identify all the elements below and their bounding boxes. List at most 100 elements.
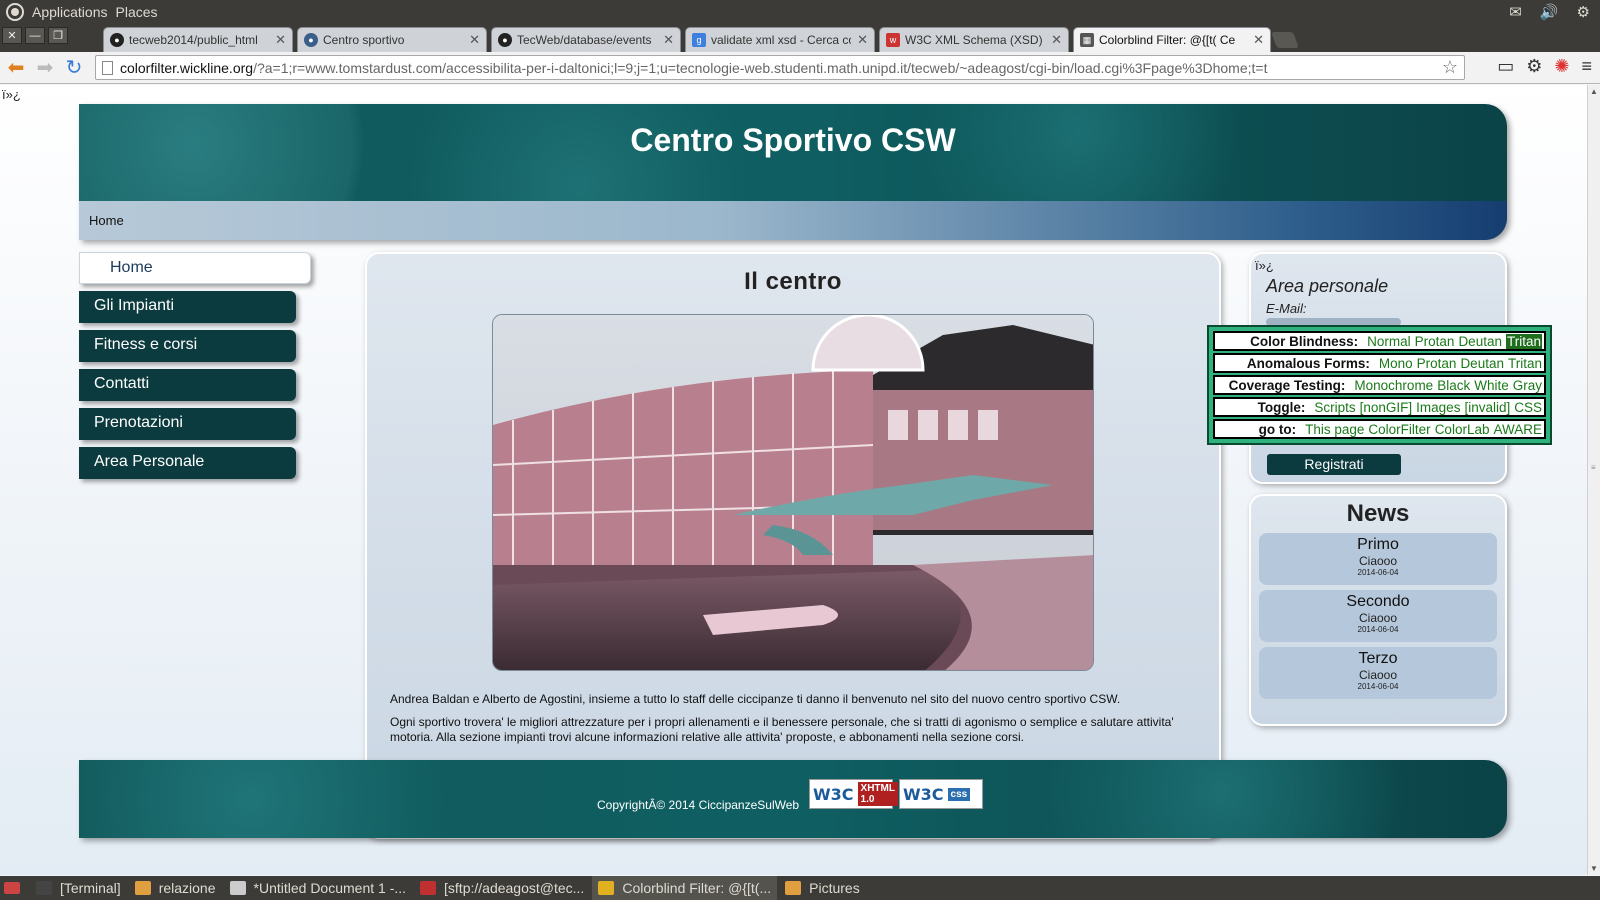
news-item[interactable]: Secondo Ciaooo 2014-06-04	[1259, 590, 1497, 642]
tab-close-icon[interactable]: ✕	[663, 32, 674, 48]
scroll-down-icon[interactable]: ▼	[1590, 864, 1598, 873]
colorfilter-link[interactable]: Protan	[1415, 334, 1455, 349]
forward-arrow-icon[interactable]: ➡	[32, 56, 58, 80]
scroll-up-icon[interactable]: ▲	[1590, 87, 1598, 96]
colorfilter-link[interactable]: Tritan	[1505, 333, 1542, 349]
reload-icon[interactable]: ↻	[61, 56, 87, 80]
page-icon: ●	[304, 33, 318, 47]
intro-paragraph: Ogni sportivo trovera' le migliori attre…	[390, 715, 1174, 744]
restore-window-icon[interactable]: ❐	[48, 27, 68, 44]
cast-screen-icon[interactable]: ▭	[1497, 56, 1514, 77]
colorfilter-link[interactable]: Mono	[1379, 356, 1413, 371]
news-panel: News Primo Ciaooo 2014-06-04 Secondo Cia…	[1249, 494, 1507, 726]
new-tab-button[interactable]	[1271, 32, 1299, 48]
ubuntu-logo-icon[interactable]	[6, 3, 24, 21]
taskbar-item-label: [sftp://adeagost@tec...	[444, 880, 585, 896]
colorfilter-link[interactable]: AWARE	[1493, 422, 1542, 437]
nav-item-area-personale[interactable]: Area Personale	[79, 447, 296, 479]
page-icon	[102, 61, 113, 75]
minimize-window-icon[interactable]: —	[25, 27, 45, 44]
nav-item-contatti[interactable]: Contatti	[79, 369, 296, 401]
back-arrow-icon[interactable]: ⬅	[3, 56, 29, 80]
news-item-title: Terzo	[1358, 650, 1398, 667]
taskbar-item-label: relazione	[158, 880, 216, 896]
colorfilter-link[interactable]: ColorFilter	[1368, 422, 1430, 437]
email-label: E-Mail:	[1266, 301, 1307, 316]
breadcrumb-home[interactable]: Home	[89, 213, 124, 228]
extension-gear-icon[interactable]: ⚙	[1526, 56, 1542, 77]
taskbar-item[interactable]: *Untitled Document 1 -...	[224, 876, 413, 900]
volume-icon[interactable]: 🔊	[1540, 3, 1559, 21]
text-editor-icon	[229, 881, 246, 895]
site-header: Centro Sportivo CSW Home	[79, 104, 1507, 240]
intro-text: Andrea Baldan e Alberto de Agostini, ins…	[390, 692, 1200, 753]
nav-item-home[interactable]: Home	[79, 252, 311, 284]
colorfilter-link[interactable]: White	[1474, 378, 1509, 393]
news-item[interactable]: Primo Ciaooo 2014-06-04	[1259, 533, 1497, 585]
browser-tab[interactable]: g validate xml xsd - Cerca co ✕	[685, 27, 875, 52]
taskbar-item[interactable]: Colorblind Filter: @{[t(...	[592, 876, 778, 900]
w3c-icon: w	[886, 33, 900, 47]
window-controls: ✕ — ❐	[2, 27, 68, 44]
taskbar-item[interactable]: relazione	[129, 876, 222, 900]
browser-tab[interactable]: ● tecweb2014/public_html ✕	[103, 27, 293, 52]
colorfilter-link[interactable]: CSS	[1514, 400, 1542, 415]
browser-tab[interactable]: ● TecWeb/database/events ✕	[491, 27, 681, 52]
w3c-css-badge[interactable]: W3C css	[899, 779, 983, 809]
color-wheel-icon[interactable]: ✺	[1554, 56, 1569, 77]
bom-artifact-text: ï»¿	[1255, 258, 1274, 273]
login-title: Area personale	[1266, 276, 1389, 296]
web-viewport: ï»¿ Centro Sportivo CSW Home Home Gli Im…	[0, 85, 1587, 875]
scroll-grip-icon[interactable]: ≡	[1591, 463, 1596, 472]
colorfilter-link[interactable]: ColorLab	[1435, 422, 1490, 437]
colorfilter-link[interactable]: Deutan	[1460, 356, 1504, 371]
tab-close-icon[interactable]: ✕	[469, 32, 480, 48]
nav-item-prenotazioni[interactable]: Prenotazioni	[79, 408, 296, 440]
colorfilter-link[interactable]: Tritan	[1508, 356, 1542, 371]
close-window-icon[interactable]: ✕	[2, 27, 22, 44]
address-bar[interactable]: colorfilter.wickline.org/?a=1;r=www.toms…	[95, 55, 1465, 80]
colorfilter-link[interactable]: Black	[1437, 378, 1470, 393]
register-button[interactable]: Registrati	[1267, 454, 1401, 475]
tab-close-icon[interactable]: ✕	[1051, 32, 1062, 48]
css-badge-label: css	[947, 787, 971, 801]
browser-tab[interactable]: ● Centro sportivo ✕	[297, 27, 487, 52]
settings-gear-icon[interactable]: ⚙	[1577, 3, 1590, 21]
colorfilter-link[interactable]: Scripts	[1314, 400, 1355, 415]
news-item[interactable]: Terzo Ciaooo 2014-06-04	[1259, 647, 1497, 699]
show-desktop-icon[interactable]	[4, 882, 20, 894]
taskbar-item[interactable]: [sftp://adeagost@tec...	[414, 876, 590, 900]
tab-close-icon[interactable]: ✕	[857, 32, 868, 48]
places-menu[interactable]: Places	[116, 4, 158, 20]
browser-tab-active[interactable]: ▦ Colorblind Filter: @{[t( Ce ✕	[1073, 27, 1271, 52]
mail-icon[interactable]: ✉	[1509, 3, 1522, 21]
colorfilter-link[interactable]: Protan	[1417, 356, 1457, 371]
news-item-title: Secondo	[1346, 593, 1410, 610]
taskbar-item[interactable]: [Terminal]	[30, 876, 127, 900]
github-icon: ●	[498, 33, 512, 47]
colorfilter-link[interactable]: [invalid]	[1464, 400, 1510, 415]
tab-title: tecweb2014/public_html	[129, 33, 258, 47]
w3c-logo: W3C	[903, 784, 944, 804]
colorfilter-link[interactable]: Gray	[1513, 378, 1542, 393]
bookmark-star-icon[interactable]: ☆	[1442, 57, 1458, 78]
browser-tab[interactable]: w W3C XML Schema (XSD) V ✕	[879, 27, 1069, 52]
applications-menu[interactable]: Applications	[32, 4, 108, 20]
site-footer: CopyrightÂ© 2014 CiccipanzeSulWeb W3C XH…	[79, 760, 1507, 838]
colorfilter-link[interactable]: This page	[1305, 422, 1364, 437]
nav-item-impianti[interactable]: Gli Impianti	[79, 291, 296, 323]
colorfilter-link[interactable]: Normal	[1367, 334, 1411, 349]
w3c-xhtml-badge[interactable]: W3C XHTML 1.0	[809, 779, 898, 809]
colorfilter-link[interactable]: [nonGIF]	[1360, 400, 1413, 415]
tab-title: Centro sportivo	[323, 33, 405, 47]
colorfilter-link[interactable]: Monochrome	[1354, 378, 1433, 393]
colorfilter-link[interactable]: Images	[1416, 400, 1460, 415]
tab-close-icon[interactable]: ✕	[275, 32, 286, 48]
colorfilter-link[interactable]: Deutan	[1458, 334, 1502, 349]
nav-item-fitness[interactable]: Fitness e corsi	[79, 330, 296, 362]
menu-icon[interactable]: ≡	[1581, 56, 1592, 77]
tab-close-icon[interactable]: ✕	[1253, 32, 1264, 48]
main-navigation: Home Gli Impianti Fitness e corsi Contat…	[79, 252, 319, 486]
vertical-scrollbar[interactable]: ▲ ≡ ▼	[1587, 85, 1600, 875]
taskbar-item[interactable]: Pictures	[779, 876, 866, 900]
